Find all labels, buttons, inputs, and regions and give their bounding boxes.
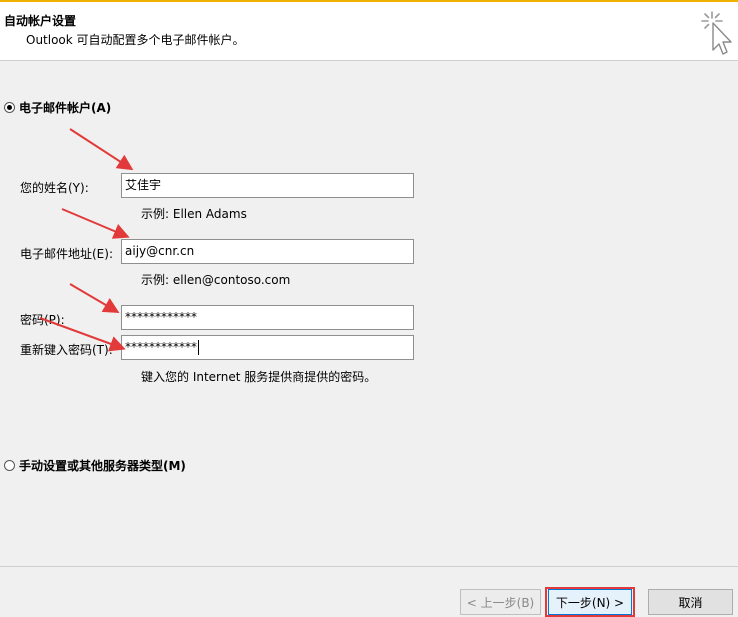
radio-selected-icon <box>4 102 15 113</box>
radio-unselected-icon <box>4 460 15 471</box>
text-caret <box>198 340 199 355</box>
name-hint: 示例: Ellen Adams <box>141 207 247 221</box>
password-label: 密码(P): <box>20 313 65 327</box>
email-input[interactable]: aijy@cnr.cn <box>121 239 414 264</box>
name-label: 您的姓名(Y): <box>20 181 89 195</box>
page-title: 自动帐户设置 <box>4 14 77 28</box>
name-input-value: 艾佳宇 <box>125 178 162 192</box>
email-label: 电子邮件地址(E): <box>20 247 113 261</box>
annotation-arrow-password <box>69 283 120 314</box>
page-subtitle: Outlook 可自动配置多个电子邮件帐户。 <box>26 33 245 47</box>
email-input-value: aijy@cnr.cn <box>125 244 195 258</box>
email-hint: 示例: ellen@contoso.com <box>141 273 291 287</box>
password-input-value: ************ <box>125 310 197 324</box>
email-account-radio[interactable]: 电子邮件帐户(A) <box>4 99 111 116</box>
footer-divider <box>0 566 738 567</box>
wizard-cursor-icon <box>701 11 732 55</box>
annotation-arrow-email <box>61 208 130 239</box>
manual-setup-radio-label: 手动设置或其他服务器类型(M) <box>19 459 186 473</box>
password-hint: 键入您的 Internet 服务提供商提供的密码。 <box>141 370 377 384</box>
annotation-arrow-name <box>69 128 134 171</box>
confirm-password-input[interactable]: ************ <box>121 335 414 360</box>
name-input[interactable]: 艾佳宇 <box>121 173 414 198</box>
confirm-password-input-value: ************ <box>125 340 197 354</box>
manual-setup-radio[interactable]: 手动设置或其他服务器类型(M) <box>4 457 186 474</box>
password-input[interactable]: ************ <box>121 305 414 330</box>
next-button[interactable]: 下一步(N) > <box>548 589 632 615</box>
cancel-button[interactable]: 取消 <box>648 589 733 615</box>
confirm-password-label: 重新键入密码(T): <box>20 343 113 357</box>
back-button[interactable]: < 上一步(B) <box>460 589 541 615</box>
wizard-header: 自动帐户设置 Outlook 可自动配置多个电子邮件帐户。 <box>0 2 738 61</box>
email-account-radio-label: 电子邮件帐户(A) <box>19 101 112 115</box>
